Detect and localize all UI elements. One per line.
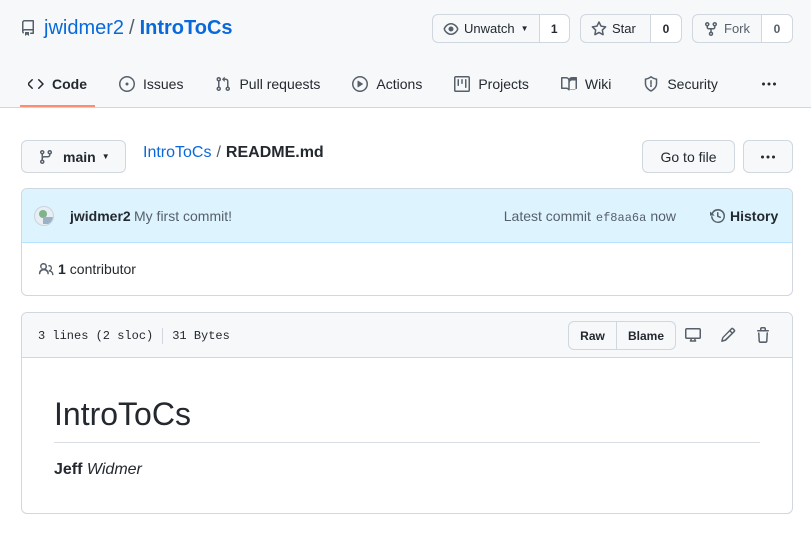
- contributors-label: contributor: [69, 261, 136, 277]
- tab-actions[interactable]: Actions: [344, 62, 430, 106]
- commit-meta: Latest commit ef8aa6a now: [504, 208, 676, 225]
- branch-name: main: [63, 148, 96, 165]
- git-branch-icon: [40, 149, 52, 164]
- git-pull-request-icon: [216, 76, 231, 92]
- delete-file-button[interactable]: [754, 326, 772, 344]
- commit-time: now: [650, 208, 676, 224]
- history-label: History: [730, 208, 779, 224]
- project-icon: [454, 76, 471, 92]
- stars-count[interactable]: 0: [651, 15, 681, 42]
- latest-commit-box: jwidmer2 My first commit! Latest commit …: [21, 188, 793, 296]
- tab-issues-label: Issues: [143, 76, 184, 92]
- file-viewer: 3 lines (2 sloc) 31 Bytes Raw Blame Intr…: [21, 312, 793, 514]
- eye-icon: [443, 22, 459, 35]
- readme-heading: IntroToCs: [54, 394, 760, 443]
- breadcrumb-repo-link[interactable]: IntroToCs: [143, 144, 211, 162]
- tab-issues[interactable]: Issues: [111, 62, 191, 106]
- contributors-count: 1: [58, 261, 66, 277]
- trash-icon: [757, 327, 769, 343]
- shield-icon: [645, 76, 658, 92]
- tab-projects-label: Projects: [478, 76, 529, 92]
- kebab-horizontal-icon: [761, 155, 775, 158]
- edit-file-button[interactable]: [719, 326, 737, 344]
- book-icon: [560, 77, 577, 91]
- file-more-options-button[interactable]: [743, 140, 793, 173]
- go-to-file-button[interactable]: Go to file: [642, 140, 735, 173]
- pencil-icon: [721, 327, 736, 342]
- commit-author-link[interactable]: jwidmer2: [70, 208, 131, 224]
- chevron-down-icon: ▼: [101, 152, 110, 161]
- raw-blame-button-group: Raw Blame: [568, 321, 676, 350]
- file-header: 3 lines (2 sloc) 31 Bytes Raw Blame: [22, 313, 792, 358]
- file-size: 31 Bytes: [172, 329, 230, 343]
- breadcrumb: IntroToCs / README.md: [143, 143, 324, 163]
- tab-security-label: Security: [667, 76, 718, 92]
- readme-content: IntroToCs Jeff Widmer: [22, 394, 792, 479]
- branch-select-button[interactable]: main ▼: [21, 140, 126, 173]
- chevron-down-icon: ▼: [520, 24, 529, 33]
- forks-count[interactable]: 0: [762, 15, 792, 42]
- tab-projects[interactable]: Projects: [446, 62, 537, 106]
- repo-header: jwidmer2 / IntroToCs Unwatch ▼ 1 Star 0 …: [0, 0, 811, 108]
- star-label: Star: [612, 21, 636, 36]
- tab-actions-label: Actions: [376, 76, 423, 92]
- tab-pull-requests[interactable]: Pull requests: [207, 62, 328, 106]
- fork-button[interactable]: Fork: [693, 15, 762, 42]
- breadcrumb-separator: /: [216, 144, 221, 161]
- readme-last-name: Widmer: [86, 461, 142, 478]
- tab-security[interactable]: Security: [635, 62, 726, 106]
- star-icon: [591, 20, 607, 35]
- device-desktop-icon: [685, 328, 701, 342]
- history-icon: [710, 208, 725, 223]
- star-button-group: Star 0: [580, 14, 682, 43]
- tab-wiki[interactable]: Wiki: [553, 62, 619, 106]
- avatar[interactable]: [34, 206, 54, 226]
- readme-paragraph: Jeff Widmer: [54, 461, 760, 479]
- repo-forked-icon: [705, 21, 717, 36]
- history-link[interactable]: History: [710, 208, 778, 224]
- file-info-divider: [162, 328, 164, 344]
- file-line-count: 3 lines (2 sloc): [38, 329, 154, 343]
- repo-tabs: Code Issues Pull requests Actions Projec…: [20, 62, 742, 108]
- breadcrumb-file-name: README.md: [225, 144, 324, 161]
- tab-code[interactable]: Code: [20, 62, 95, 107]
- blame-button[interactable]: Blame: [617, 322, 675, 349]
- tab-wiki-label: Wiki: [584, 76, 612, 92]
- repo-name-link[interactable]: IntroToCs: [140, 17, 233, 40]
- repo-icon: [20, 20, 36, 36]
- fork-button-group: Fork 0: [692, 14, 793, 43]
- unwatch-label: Unwatch: [464, 21, 515, 36]
- watch-button-group: Unwatch ▼ 1: [432, 14, 570, 43]
- open-desktop-button[interactable]: [684, 326, 702, 344]
- kebab-horizontal-icon: [762, 82, 776, 86]
- watchers-count[interactable]: 1: [539, 15, 569, 42]
- contributors-row[interactable]: 1 contributor: [22, 243, 792, 295]
- commit-bar: jwidmer2 My first commit! Latest commit …: [22, 189, 792, 243]
- star-button[interactable]: Star: [581, 15, 651, 42]
- code-icon: [28, 79, 44, 89]
- fork-label: Fork: [724, 21, 750, 36]
- readme-first-name: Jeff: [54, 461, 83, 478]
- tab-code-label: Code: [52, 76, 87, 92]
- repo-title-separator: /: [129, 16, 135, 39]
- more-tabs-button[interactable]: [752, 62, 786, 106]
- tab-pull-requests-label: Pull requests: [239, 76, 321, 92]
- file-info: 3 lines (2 sloc) 31 Bytes: [38, 328, 230, 344]
- commit-message-link[interactable]: My first commit!: [134, 208, 232, 224]
- unwatch-button[interactable]: Unwatch ▼: [433, 15, 540, 42]
- latest-commit-label: Latest commit: [503, 208, 591, 224]
- play-icon: [352, 76, 369, 92]
- people-icon: [38, 263, 54, 276]
- commit-sha-link[interactable]: ef8aa6a: [596, 211, 646, 225]
- raw-button[interactable]: Raw: [569, 322, 617, 349]
- repo-owner-link[interactable]: jwidmer2: [44, 17, 124, 40]
- issue-opened-icon: [119, 76, 135, 92]
- repo-title: jwidmer2 / IntroToCs: [20, 15, 233, 41]
